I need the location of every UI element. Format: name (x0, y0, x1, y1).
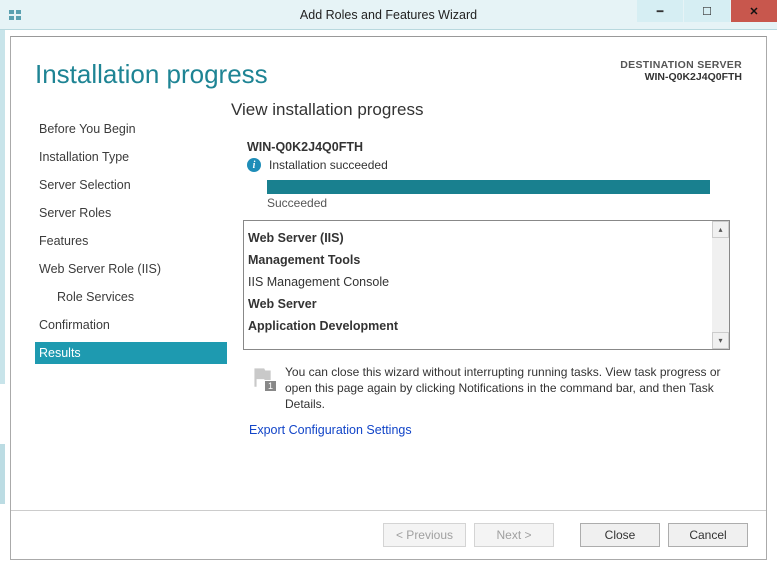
feature-item: Application Development (248, 315, 725, 337)
feature-item: Management Tools (248, 249, 725, 271)
nav-item-server-selection[interactable]: Server Selection (35, 174, 227, 196)
window-close-button[interactable]: ✕ (731, 0, 777, 22)
nav-item-confirmation[interactable]: Confirmation (35, 314, 227, 336)
footer: < Previous Next > Close Cancel (11, 510, 766, 559)
section-title: View installation progress (231, 100, 742, 120)
flag-icon: 1 (249, 364, 275, 390)
scrollbar[interactable]: ▴ ▾ (712, 221, 729, 349)
close-button[interactable]: Close (580, 523, 660, 547)
page-title: Installation progress (35, 59, 268, 90)
window-controls: ━ ☐ ✕ (637, 0, 777, 29)
progress-label: Succeeded (231, 196, 742, 210)
content-area: View installation progress WIN-Q0K2J4Q0F… (227, 98, 762, 437)
scroll-down-button[interactable]: ▾ (712, 332, 729, 349)
destination-block: DESTINATION SERVER WIN-Q0K2J4Q0FTH (620, 59, 742, 83)
next-button[interactable]: Next > (474, 523, 554, 547)
note-text: You can close this wizard without interr… (285, 364, 724, 413)
nav-item-web-server-role-iis-[interactable]: Web Server Role (IIS) (35, 258, 227, 280)
status-text: Installation succeeded (269, 158, 388, 172)
feature-item: Web Server (IIS) (248, 227, 725, 249)
note-row: 1 You can close this wizard without inte… (231, 350, 742, 417)
feature-list: Web Server (IIS)Management ToolsIIS Mana… (243, 220, 730, 350)
nav-item-server-roles[interactable]: Server Roles (35, 202, 227, 224)
destination-value: WIN-Q0K2J4Q0FTH (620, 71, 742, 83)
export-config-link[interactable]: Export Configuration Settings (231, 417, 412, 437)
nav-item-role-services[interactable]: Role Services (35, 286, 227, 308)
decoration (0, 444, 5, 504)
nav-item-installation-type[interactable]: Installation Type (35, 146, 227, 168)
flag-badge: 1 (264, 380, 277, 392)
scroll-track[interactable] (712, 238, 729, 332)
server-name: WIN-Q0K2J4Q0FTH (231, 140, 742, 154)
progress-bar (267, 180, 710, 194)
previous-button[interactable]: < Previous (383, 523, 466, 547)
wizard-nav: Before You Begin Installation Type Server … (35, 98, 227, 437)
feature-item: Web Server (248, 293, 725, 315)
status-row: i Installation succeeded (231, 158, 742, 172)
info-icon: i (247, 158, 261, 172)
nav-item-features[interactable]: Features (35, 230, 227, 252)
nav-item-before-you-begin[interactable]: Before You Begin (35, 118, 227, 140)
cancel-button[interactable]: Cancel (668, 523, 748, 547)
header: Installation progress DESTINATION SERVER… (11, 37, 766, 98)
maximize-button[interactable]: ☐ (684, 0, 730, 22)
feature-item: IIS Management Console (248, 271, 725, 293)
app-icon (4, 4, 26, 26)
minimize-button[interactable]: ━ (637, 0, 683, 22)
titlebar: Add Roles and Features Wizard ━ ☐ ✕ (0, 0, 777, 30)
decoration (0, 30, 5, 384)
nav-item-results[interactable]: Results (35, 342, 227, 364)
destination-label: DESTINATION SERVER (620, 59, 742, 71)
scroll-up-button[interactable]: ▴ (712, 221, 729, 238)
wizard-panel: Installation progress DESTINATION SERVER… (10, 36, 767, 560)
